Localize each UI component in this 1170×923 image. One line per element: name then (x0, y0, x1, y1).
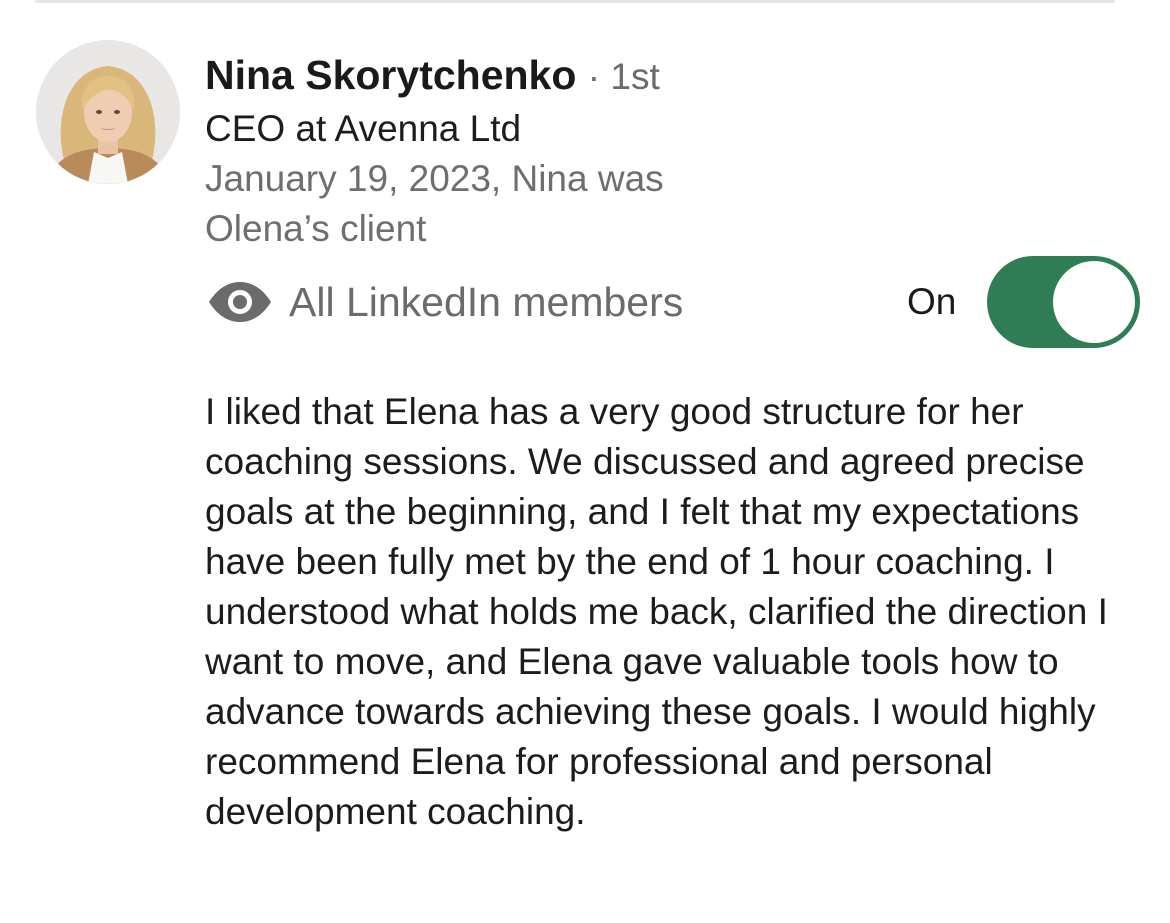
toggle-state-label: On (907, 281, 957, 322)
recommendation-header: Nina Skorytchenko · 1st CEO at Avenna Lt… (205, 50, 1105, 254)
avatar[interactable] (36, 40, 180, 184)
profile-photo-icon (36, 40, 180, 184)
top-divider (35, 0, 1115, 3)
toggle-knob (1053, 261, 1135, 343)
author-line: Nina Skorytchenko · 1st (205, 50, 1105, 102)
recommendation-text: I liked that Elena has a very good struc… (205, 391, 1108, 832)
eye-icon (209, 282, 271, 322)
relationship-meta: January 19, 2023, Nina was Olena’s clien… (205, 158, 664, 249)
author-name[interactable]: Nina Skorytchenko (205, 52, 576, 98)
connection-degree: · 1st (587, 56, 660, 97)
visibility-row: All LinkedIn members On (205, 256, 1140, 348)
author-headline: CEO at Avenna Ltd (205, 108, 522, 149)
visibility-label: All LinkedIn members (289, 279, 684, 325)
visibility-toggle[interactable] (987, 256, 1140, 348)
